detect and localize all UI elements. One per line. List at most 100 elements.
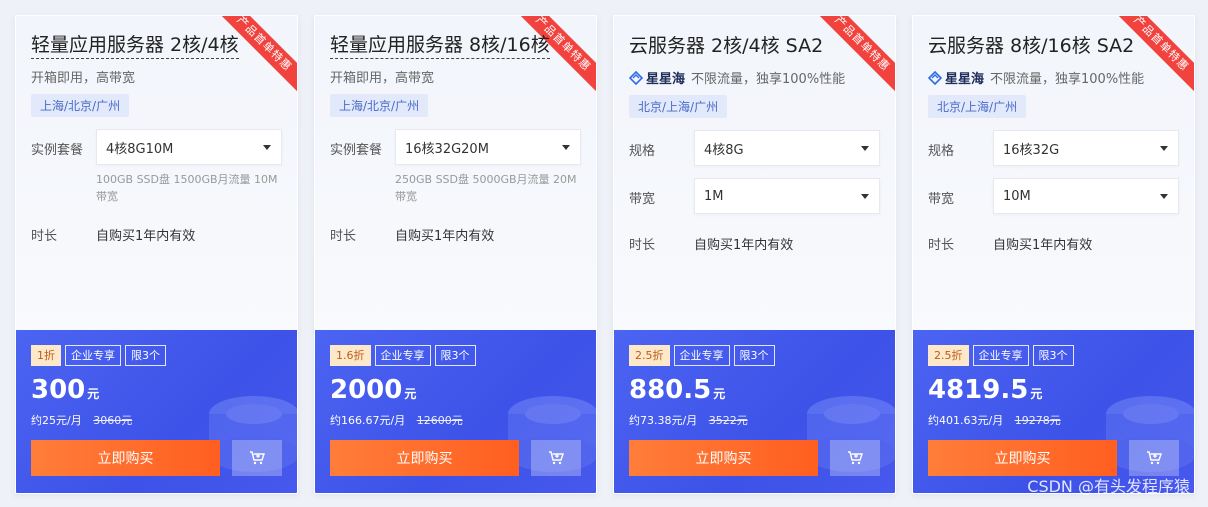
bandwidth-select[interactable]: 1M: [694, 178, 880, 214]
bandwidth-select[interactable]: 10M: [993, 178, 1179, 214]
duration-row: 时长 自购买1年内有效: [629, 234, 881, 253]
spec-label: 规格: [629, 144, 656, 159]
sub-price: 约73.38元/月 3522元: [629, 412, 881, 428]
cart-icon: [549, 451, 564, 465]
bandwidth-select-value: 10M: [1003, 188, 1031, 204]
original-price: 3522元: [708, 414, 748, 427]
bandwidth-label: 带宽: [629, 192, 656, 207]
card-title: 云服务器 8核/16核 SA2: [928, 35, 1135, 57]
card-top: 云服务器 8核/16核 SA2 星星海 不限流量，独享100%性能 北京/上海/…: [913, 16, 1194, 330]
enterprise-badge: 企业专享: [673, 345, 730, 366]
spec-row: 实例套餐 16核32G20M: [330, 129, 582, 165]
cart-icon: [250, 451, 265, 465]
watermark: CSDN @有头发程序猿: [1027, 477, 1190, 496]
price-value: 880.5: [629, 375, 712, 405]
spec-select-value: 16核32G20M: [405, 141, 489, 157]
price: 2000 元: [330, 374, 582, 410]
buy-now-button[interactable]: 立即购买: [928, 440, 1117, 476]
duration-row: 时长 自购买1年内有效: [330, 225, 582, 244]
product-card-lighthouse-2-4: 产品首单特惠 轻量应用服务器 2核/4核 开箱即用，高带宽 上海/北京/广州 实…: [15, 15, 298, 494]
price-unit: 元: [1030, 387, 1043, 401]
badges: 2.5折 企业专享 限3个: [928, 345, 1180, 366]
bandwidth-row: 带宽 10M: [928, 178, 1180, 214]
star-logo-icon: [629, 70, 643, 85]
duration-label: 时长: [629, 238, 656, 253]
duration-value: 自购买1年内有效: [694, 238, 794, 253]
chevron-down-icon: [861, 145, 869, 151]
monthly-price: 约166.67元/月: [330, 414, 406, 427]
discount-badge: 1折: [31, 345, 61, 366]
price: 880.5 元: [629, 374, 881, 410]
duration-label: 时长: [31, 229, 58, 244]
price-unit: 元: [404, 387, 417, 401]
region-tag: 北京/上海/广州: [928, 95, 1027, 118]
price: 300 元: [31, 374, 283, 410]
buy-now-button[interactable]: 立即购买: [31, 440, 220, 476]
card-subtitle: 开箱即用，高带宽: [330, 67, 582, 86]
duration-row: 时长 自购买1年内有效: [928, 234, 1180, 253]
add-to-cart-button[interactable]: [232, 440, 282, 476]
actions: 立即购买: [629, 440, 881, 476]
price: 4819.5 元: [928, 374, 1180, 410]
spec-description: 100GB SSD盘 1500GB月流量 10M带宽: [96, 173, 278, 203]
card-top: 轻量应用服务器 8核/16核 开箱即用，高带宽 上海/北京/广州 实例套餐 16…: [315, 16, 596, 330]
price-unit: 元: [713, 387, 726, 401]
subtitle-text: 开箱即用，高带宽: [330, 71, 435, 86]
original-price: 3060元: [93, 414, 133, 427]
limit-badge: 限3个: [1032, 345, 1074, 366]
spec-select-value: 4核8G: [704, 142, 744, 158]
price-unit: 元: [87, 387, 100, 401]
bandwidth-label: 带宽: [928, 192, 955, 207]
card-title[interactable]: 轻量应用服务器 8核/16核: [330, 32, 550, 59]
limit-badge: 限3个: [733, 345, 775, 366]
duration-value: 自购买1年内有效: [96, 229, 196, 244]
monthly-price: 约401.63元/月: [928, 414, 1004, 427]
card-top: 轻量应用服务器 2核/4核 开箱即用，高带宽 上海/北京/广州 实例套餐 4核8…: [16, 16, 297, 330]
region-tag: 北京/上海/广州: [629, 95, 728, 118]
bandwidth-select-value: 1M: [704, 188, 724, 204]
price-value: 300: [31, 375, 86, 405]
spec-description: 250GB SSD盘 5000GB月流量 20M带宽: [395, 173, 577, 203]
add-to-cart-button[interactable]: [531, 440, 581, 476]
subtitle-text: 开箱即用，高带宽: [31, 71, 136, 86]
chevron-down-icon: [1160, 145, 1168, 151]
product-card-cvm-2-4: 产品首单特惠 云服务器 2核/4核 SA2 星星海 不限流量，独享100%性能 …: [613, 15, 896, 494]
badges: 2.5折 企业专享 限3个: [629, 345, 881, 366]
duration-value: 自购买1年内有效: [993, 238, 1093, 253]
chevron-down-icon: [861, 193, 869, 199]
region-tag: 上海/北京/广州: [330, 94, 429, 117]
discount-badge: 2.5折: [928, 345, 969, 366]
cart-icon: [1147, 451, 1162, 465]
price-panel: 2.5折 企业专享 限3个 4819.5 元 约401.63元/月 19278元 …: [913, 330, 1194, 493]
sub-price: 约166.67元/月 12600元: [330, 412, 582, 428]
buy-now-button[interactable]: 立即购买: [629, 440, 818, 476]
product-card-cvm-8-16: 产品首单特惠 云服务器 8核/16核 SA2 星星海 不限流量，独享100%性能…: [912, 15, 1195, 494]
badges: 1折 企业专享 限3个: [31, 345, 283, 366]
spec-select[interactable]: 4核8G10M: [96, 129, 282, 165]
card-subtitle: 开箱即用，高带宽: [31, 67, 283, 86]
region-tag: 上海/北京/广州: [31, 94, 130, 117]
subtitle-text: 不限流量，独享100%性能: [990, 72, 1145, 87]
add-to-cart-button[interactable]: [830, 440, 880, 476]
limit-badge: 限3个: [434, 345, 476, 366]
brand: 星星海: [629, 68, 685, 87]
duration-label: 时长: [928, 238, 955, 253]
spec-select[interactable]: 16核32G: [993, 130, 1179, 166]
price-value: 4819.5: [928, 375, 1029, 405]
spec-select[interactable]: 16核32G20M: [395, 129, 581, 165]
limit-badge: 限3个: [125, 345, 166, 366]
sub-price: 约401.63元/月 19278元: [928, 412, 1180, 428]
spec-select-value: 4核8G10M: [106, 141, 174, 157]
buy-now-button[interactable]: 立即购买: [330, 440, 519, 476]
card-title[interactable]: 轻量应用服务器 2核/4核: [31, 32, 239, 59]
duration-label: 时长: [330, 229, 357, 244]
spec-select[interactable]: 4核8G: [694, 130, 880, 166]
actions: 立即购买: [31, 440, 283, 476]
price-panel: 1.6折 企业专享 限3个 2000 元 约166.67元/月 12600元 立即…: [315, 330, 596, 493]
spec-label: 实例套餐: [31, 143, 84, 158]
add-to-cart-button[interactable]: [1129, 440, 1179, 476]
card-subtitle: 星星海 不限流量，独享100%性能: [629, 68, 881, 87]
spec-select-value: 16核32G: [1003, 142, 1060, 158]
enterprise-badge: 企业专享: [374, 345, 431, 366]
card-subtitle: 星星海 不限流量，独享100%性能: [928, 68, 1180, 87]
